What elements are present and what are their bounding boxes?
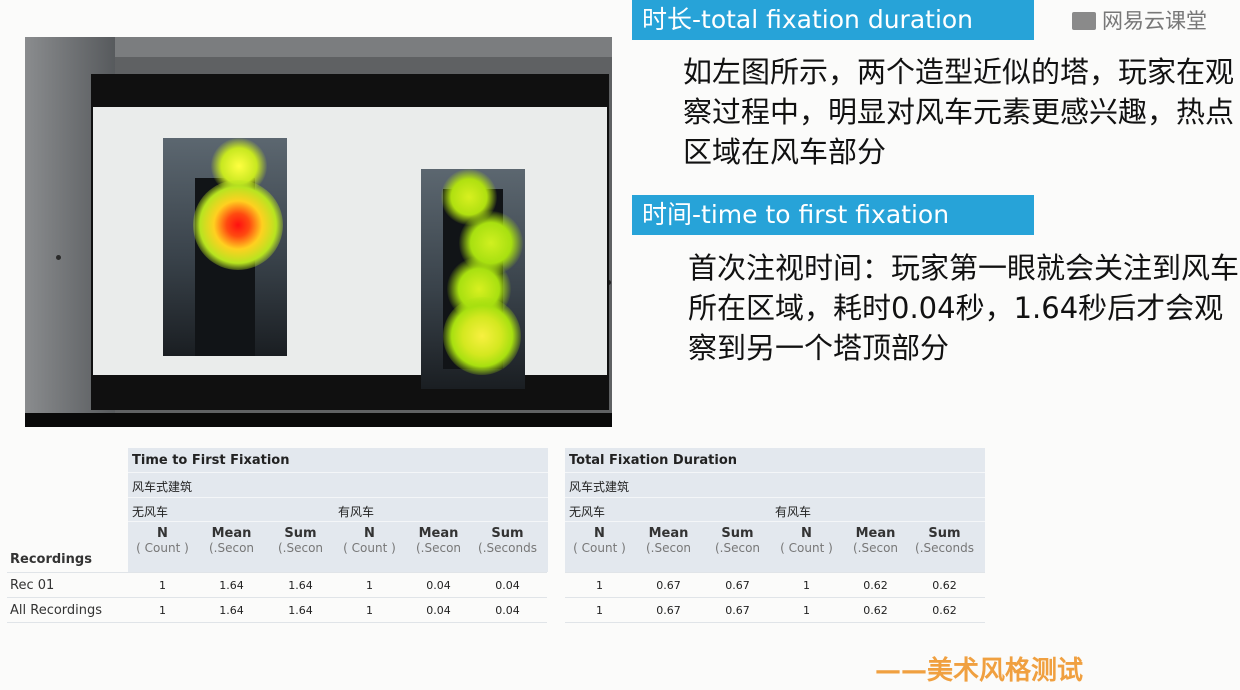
col-n: N( Count ) [780,526,833,555]
table-cell: 1 [366,579,373,592]
tower-image-right [421,169,525,389]
table-cell: 1 [596,604,603,617]
table-cell: 1 [803,579,810,592]
photo-bottom-strip [25,413,612,427]
brand-logo-text: 网易云课堂 [1102,9,1207,33]
table-cell: 0.04 [495,604,520,617]
tablet-camera-dot [56,255,61,260]
first-fixation-header: 时间-time to first fixation [632,195,1034,235]
table-cell: 0.62 [932,604,957,617]
table-second-sub-b: 有风车 [775,505,812,519]
table-cell: 0.67 [725,604,750,617]
table-cell: 0.67 [656,604,681,617]
col-sum: Sum (.Seconds [478,526,537,555]
table-cell: 1.64 [288,604,313,617]
table-second-title: Total Fixation Duration [569,453,738,468]
col-n: N( Count ) [573,526,626,555]
table-cell: 1 [159,604,166,617]
col-mean: Mean (.Secon [415,526,462,555]
table-cell: 1 [159,579,166,592]
table-cell: 0.67 [725,579,750,592]
tablet-screen [91,74,609,410]
table-cell: 1.64 [219,604,244,617]
table-cell: 1.64 [288,579,313,592]
col-n: N( Count ) [343,526,396,555]
table-first-group: 风车式建筑 [132,480,193,494]
table-cell: 1 [366,604,373,617]
table-cell: 0.04 [426,579,451,592]
col-sum: Sum (.Seconds [915,526,974,555]
col-sum: Sum (.Secon [714,526,761,555]
table-cell: 0.04 [495,579,520,592]
col-mean: Mean (.Secon [852,526,899,555]
table-first-sub-a: 无风车 [132,505,169,519]
col-n: N( Count ) [136,526,189,555]
table-first-title: Time to First Fixation [132,453,290,468]
col-sum: Sum (.Secon [277,526,324,555]
table-cell: 0.67 [656,579,681,592]
col-mean: Mean (.Secon [208,526,255,555]
book-icon [1072,12,1096,30]
table-first-sub-b: 有风车 [338,505,375,519]
table-cell: 1 [803,604,810,617]
footer-caption: ——美术风格测试 [875,656,1084,686]
duration-header: 时长-total fixation duration [632,0,1034,40]
table-cell: 1 [596,579,603,592]
table-cell: 0.62 [932,579,957,592]
tower-image-left [163,138,287,356]
recordings-header: Recordings [10,552,92,567]
row-label-all: All Recordings [10,603,103,618]
row-label-rec01: Rec 01 [10,578,55,593]
table-second-sub-a: 无风车 [569,505,606,519]
table-cell: 1.64 [219,579,244,592]
duration-paragraph: 如左图所示，两个造型近似的塔，玩家在观察过程中，明显对风车元素更感兴趣，热点区域… [683,55,1235,169]
heatmap-photo [25,37,612,427]
col-mean: Mean (.Secon [645,526,692,555]
brand-logo: 网易云课堂 [1072,5,1207,35]
stimulus-panel [93,107,607,389]
table-cell: 0.62 [863,604,888,617]
table-cell: 0.62 [863,579,888,592]
table-second-group: 风车式建筑 [569,480,630,494]
table-cell: 0.04 [426,604,451,617]
first-fixation-paragraph: 首次注视时间：玩家第一眼就会关注到风车所在区域，耗时0.04秒，1.64秒后才会… [688,251,1240,365]
